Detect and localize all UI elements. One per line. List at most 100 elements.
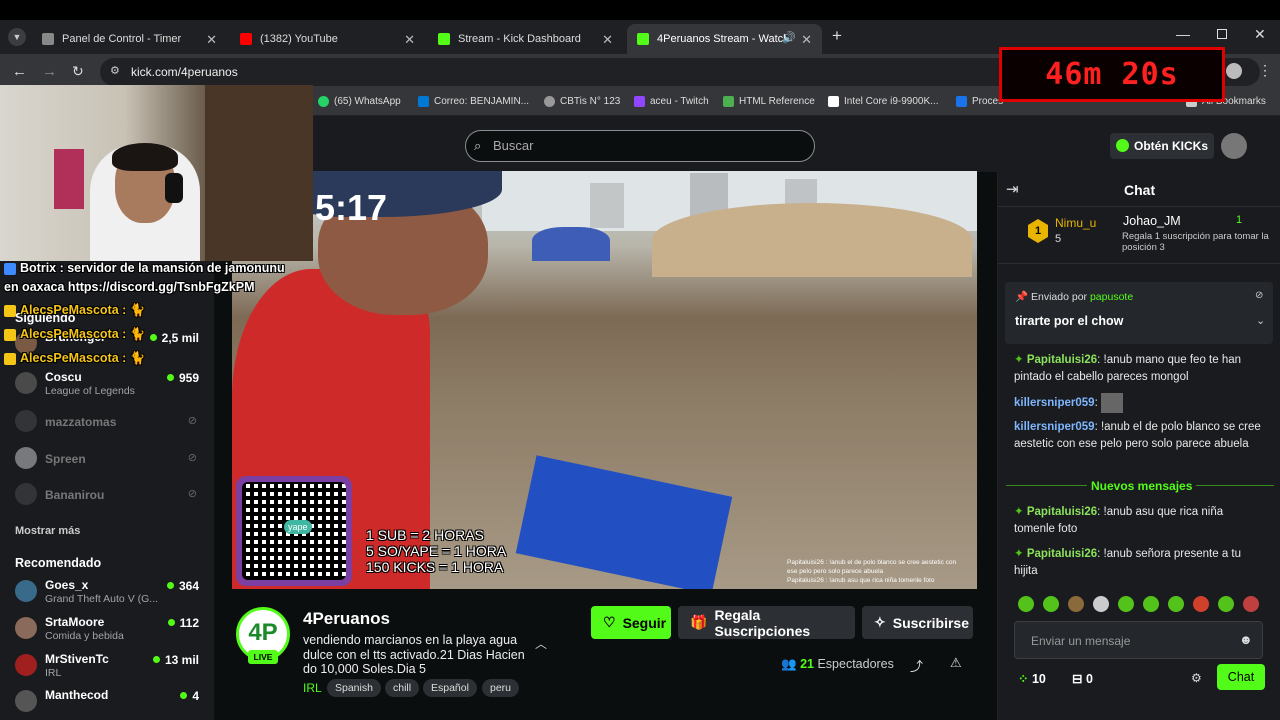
sidebar-channel-spreen[interactable]: Spreen ⊘ bbox=[15, 443, 203, 475]
emote-icon[interactable] bbox=[1243, 596, 1259, 612]
channel-name: Manthecod bbox=[45, 688, 109, 702]
avatar bbox=[15, 617, 37, 639]
expand-pin-icon[interactable]: ⌄ bbox=[1256, 314, 1265, 327]
qr-label: yape bbox=[284, 520, 312, 534]
bookmark-proces[interactable]: Proces bbox=[956, 96, 1003, 107]
bookmark-html[interactable]: HTML Reference bbox=[723, 96, 815, 107]
sidebar-channel-manthecod[interactable]: Manthecod 4 bbox=[15, 686, 203, 718]
sidebar-channel-mrstiventc[interactable]: MrStivenTc IRL 13 mil bbox=[15, 650, 203, 682]
reload-icon[interactable]: ↻ bbox=[72, 63, 84, 80]
emote-icon[interactable] bbox=[1043, 596, 1059, 612]
emote-icon[interactable] bbox=[1118, 596, 1134, 612]
bookmark-cbtis[interactable]: CBTis N° 123 bbox=[544, 96, 620, 107]
leader-name: Nimu_u bbox=[1055, 216, 1097, 230]
bot-message-line1: Botrix : servidor de la mansión de jamon… bbox=[20, 261, 285, 275]
bookmark-amazon[interactable]: Intel Core i9-9900K... bbox=[828, 96, 939, 107]
chat-username[interactable]: Papitaluisi26 bbox=[1027, 354, 1097, 366]
tab-timer[interactable]: Panel de Control - Timer ✕ bbox=[32, 24, 227, 54]
emote-icon[interactable] bbox=[1068, 596, 1084, 612]
chat-username[interactable]: killersniper059 bbox=[1014, 421, 1095, 433]
share-icon[interactable]: ⤴ bbox=[910, 656, 923, 675]
subscribe-button[interactable]: ✧ Suscribirse bbox=[862, 606, 973, 639]
emoji-picker-icon[interactable]: ☻ bbox=[1239, 632, 1253, 647]
follow-button[interactable]: ♡ Seguir bbox=[591, 606, 671, 639]
sidebar-channel-bananirou[interactable]: Bananirou ⊘ bbox=[15, 479, 203, 511]
stream-category[interactable]: IRL bbox=[303, 681, 322, 695]
close-window-icon[interactable]: ✕ bbox=[1254, 26, 1266, 43]
chat-username[interactable]: Papitaluisi26 bbox=[1027, 506, 1097, 518]
get-kicks-button[interactable]: Obtén KICKs bbox=[1110, 133, 1214, 159]
kicks-coin-icon bbox=[1116, 139, 1129, 152]
profile-icon[interactable] bbox=[1226, 63, 1242, 79]
sidebar-channel-coscu[interactable]: Coscu League of Legends 959 bbox=[15, 368, 203, 400]
chat-username[interactable]: Papitaluisi26 bbox=[1027, 548, 1097, 560]
restore-icon[interactable] bbox=[1217, 29, 1227, 39]
chat-input[interactable]: Enviar un mensaje ☻ bbox=[1014, 621, 1263, 659]
show-more-link[interactable]: Mostrar más bbox=[15, 525, 80, 537]
gifts-balance[interactable]: ⊟ 0 bbox=[1072, 671, 1093, 686]
close-tab-icon[interactable]: ✕ bbox=[602, 32, 613, 48]
menu-icon[interactable]: ⋮ bbox=[1258, 62, 1272, 79]
chat-settings-icon[interactable]: ⚙ bbox=[1191, 671, 1202, 685]
emote-row bbox=[1018, 596, 1268, 612]
tag-espanol[interactable]: Español bbox=[423, 679, 477, 697]
beach-umbrella-blue bbox=[532, 227, 610, 261]
emote-icon[interactable] bbox=[1168, 596, 1184, 612]
alert-badge-icon bbox=[4, 305, 16, 317]
emote-icon[interactable] bbox=[1193, 596, 1209, 612]
bookmark-whatsapp[interactable]: (65) WhatsApp bbox=[318, 96, 401, 107]
chat-message: ✦ Papitaluisi26: !anub señora presente a… bbox=[1014, 546, 1264, 579]
search-input[interactable]: ⌕ Buscar bbox=[465, 130, 815, 162]
site-info-icon[interactable]: ⚙ bbox=[110, 64, 120, 77]
promo-line: 150 KICKS = 1 HORA bbox=[366, 559, 504, 575]
speaker-icon[interactable]: 🔊 bbox=[782, 31, 796, 44]
close-tab-icon[interactable]: ✕ bbox=[206, 32, 217, 48]
video-player[interactable]: 5:17 yape 1 SUB = 2 HORAS 5 SO/YAPE = 1 … bbox=[232, 171, 977, 589]
send-chat-button[interactable]: Chat bbox=[1217, 664, 1265, 690]
hide-pin-icon[interactable]: ⊘ bbox=[1255, 290, 1263, 301]
alert-emote-icon: 🐈 bbox=[129, 351, 146, 365]
forward-icon[interactable]: → bbox=[42, 63, 57, 80]
kicks-balance[interactable]: ⁘ 10 bbox=[1018, 671, 1046, 686]
gift-icon: 🎁 bbox=[690, 614, 708, 630]
tab-kick-dashboard[interactable]: Stream - Kick Dashboard ✕ bbox=[428, 24, 623, 54]
collapse-chat-icon[interactable]: ⇥ bbox=[1006, 180, 1019, 198]
tag-peru[interactable]: peru bbox=[482, 679, 520, 697]
channel-category: Grand Theft Auto V (G... bbox=[45, 593, 159, 605]
expand-title-icon[interactable]: ︿ bbox=[535, 635, 547, 652]
sidebar-channel-srtamoore[interactable]: SrtaMoore Comida y bebida 112 bbox=[15, 613, 203, 645]
emote-icon[interactable] bbox=[1093, 596, 1109, 612]
user-avatar[interactable] bbox=[1221, 133, 1247, 159]
avatar bbox=[15, 410, 37, 432]
close-tab-icon[interactable]: ✕ bbox=[801, 32, 812, 48]
emote-icon[interactable] bbox=[1018, 596, 1034, 612]
get-kicks-label: Obtén KICKs bbox=[1134, 139, 1209, 153]
report-icon[interactable]: ⚠ bbox=[950, 655, 962, 671]
minimize-icon[interactable]: — bbox=[1176, 26, 1190, 42]
back-icon[interactable]: ← bbox=[12, 63, 27, 80]
tab-4peruanos[interactable]: 4Peruanos Stream - Watch 🔊 ✕ bbox=[627, 24, 822, 54]
close-tab-icon[interactable]: ✕ bbox=[404, 32, 415, 48]
new-tab-icon[interactable]: + bbox=[832, 26, 842, 46]
bookmark-twitch[interactable]: aceu - Twitch bbox=[634, 96, 709, 107]
gift-subs-button[interactable]: 🎁 Regala Suscripciones bbox=[678, 606, 855, 639]
bookmark-label: Correo: BENJAMIN... bbox=[434, 96, 530, 107]
viewers-label: Espectadores bbox=[817, 657, 894, 671]
pinned-message[interactable]: 📌 Enviado por papusote tirarte por el ch… bbox=[1005, 282, 1273, 344]
sidebar-channel-mazzatomas[interactable]: mazzatomas ⊘ bbox=[15, 406, 203, 438]
chat-username[interactable]: killersniper059 bbox=[1014, 397, 1095, 409]
tag-spanish[interactable]: Spanish bbox=[327, 679, 381, 697]
viewers-indicator: 👥 21 Espectadores bbox=[781, 657, 894, 672]
avatar bbox=[15, 447, 37, 469]
emote-icon[interactable] bbox=[1218, 596, 1234, 612]
tab-list-dropdown-icon[interactable]: ▼ bbox=[8, 28, 26, 46]
channel-name[interactable]: 4Peruanos bbox=[303, 609, 390, 629]
chat-image bbox=[1100, 393, 1123, 413]
bookmark-mail[interactable]: Correo: BENJAMIN... bbox=[418, 96, 529, 107]
sidebar-channel-goes-x[interactable]: Goes_x Grand Theft Auto V (G... 364 bbox=[15, 576, 203, 608]
promo-text: 1 SUB = 2 HORAS 5 SO/YAPE = 1 HORA 150 K… bbox=[366, 527, 506, 575]
emote-icon[interactable] bbox=[1143, 596, 1159, 612]
blue-tarp bbox=[515, 455, 733, 589]
tag-chill[interactable]: chill bbox=[385, 679, 420, 697]
tab-youtube[interactable]: (1382) YouTube ✕ bbox=[230, 24, 425, 54]
